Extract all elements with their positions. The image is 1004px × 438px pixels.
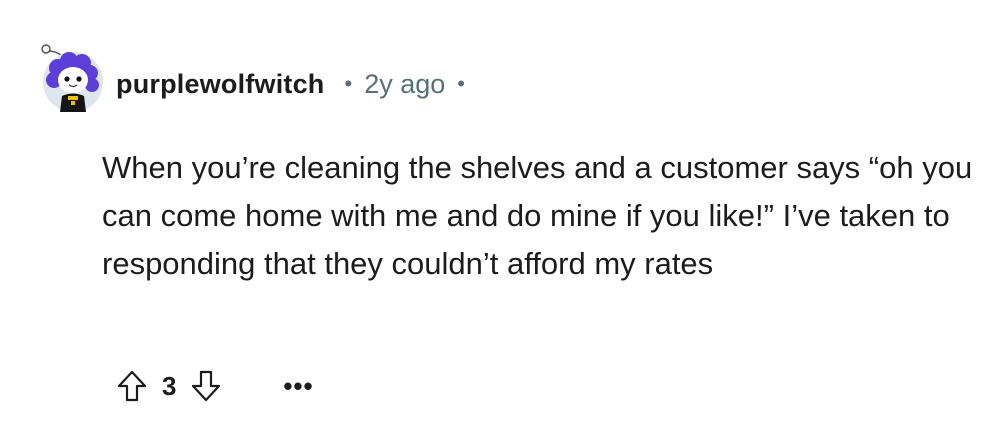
snoo-avatar-icon (41, 44, 103, 112)
comment-body: When you’re cleaning the shelves and a c… (102, 150, 973, 281)
author-username[interactable]: purplewolfwitch (116, 69, 325, 100)
comment-header: purplewolfwitch • 2y ago • (116, 64, 465, 104)
more-options-button[interactable]: ••• (276, 364, 320, 408)
downvote-button[interactable] (184, 364, 228, 408)
arrow-up-icon (117, 370, 147, 402)
comment: purplewolfwitch • 2y ago • When you’re c… (0, 0, 1004, 438)
upvote-button[interactable] (110, 364, 154, 408)
arrow-down-icon (192, 370, 221, 402)
comment-actions: 3 ••• (110, 360, 320, 412)
avatar[interactable] (38, 44, 108, 114)
meta-separator-trailing: • (457, 71, 465, 96)
timestamp[interactable]: 2y ago (364, 69, 445, 100)
ellipsis-icon: ••• (283, 370, 314, 401)
meta-separator: • (344, 71, 353, 96)
vote-score: 3 (162, 370, 177, 401)
